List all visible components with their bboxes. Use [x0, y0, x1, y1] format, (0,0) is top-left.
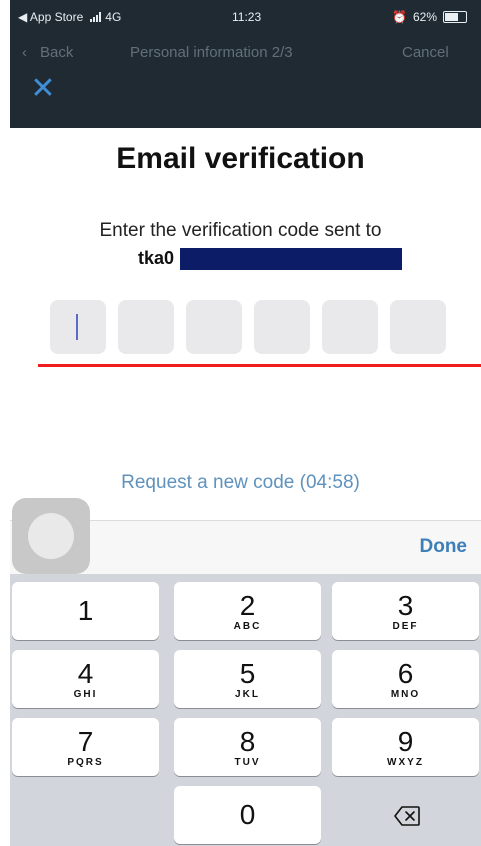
- redaction-bar: [180, 248, 402, 270]
- key-4[interactable]: 4 GHI: [12, 650, 159, 708]
- status-left: ◀ App Store 4G: [18, 10, 121, 24]
- key-6-digit: 6: [397, 658, 414, 689]
- key-1-digit: 1: [77, 595, 94, 626]
- backspace-icon: [394, 806, 420, 826]
- close-icon[interactable]: ✕: [28, 74, 58, 104]
- key-0[interactable]: 0: [174, 786, 321, 844]
- ghost-back-label: Back: [40, 44, 74, 61]
- code-digit-5[interactable]: [322, 300, 378, 354]
- key-5-digit: 5: [239, 658, 256, 689]
- key-3[interactable]: 3 DEF: [332, 582, 479, 640]
- key-9-digit: 9: [397, 726, 414, 757]
- battery-icon: [443, 11, 467, 23]
- key-5-letters: JKL: [235, 689, 260, 700]
- key-8-digit: 8: [239, 726, 256, 757]
- key-8[interactable]: 8 TUV: [174, 718, 321, 776]
- status-bar: ◀ App Store 4G 11:23 ⏰ 62%: [10, 0, 481, 40]
- key-7-letters: PQRS: [67, 757, 104, 768]
- key-7[interactable]: 7 PQRS: [12, 718, 159, 776]
- key-8-letters: TUV: [234, 757, 261, 768]
- key-1[interactable]: 1: [12, 582, 159, 640]
- ghost-navigation: ‹ Back Personal information 2/3 Cancel: [10, 44, 481, 64]
- battery-percent: 62%: [412, 10, 437, 24]
- code-digit-4[interactable]: [254, 300, 310, 354]
- key-6-letters: MNO: [390, 689, 421, 700]
- code-digit-2[interactable]: [118, 300, 174, 354]
- app-screen: ◀ App Store 4G 11:23 ⏰ 62% ‹ Back Person…: [10, 0, 481, 846]
- code-input-group: [50, 300, 446, 354]
- top-navigation: ◀ App Store 4G 11:23 ⏰ 62% ‹ Back Person…: [10, 0, 481, 128]
- back-to-app-store[interactable]: ◀ App Store: [18, 10, 83, 24]
- key-2-letters: ABC: [233, 621, 262, 632]
- key-6[interactable]: 6 MNO: [332, 650, 479, 708]
- key-2-digit: 2: [239, 590, 256, 621]
- key-0-digit: 0: [239, 799, 256, 830]
- red-annotation-line: [38, 364, 481, 367]
- request-new-code-link[interactable]: Request a new code (04:58): [10, 472, 481, 494]
- key-3-letters: DEF: [392, 621, 419, 632]
- status-time: 11:23: [232, 10, 262, 24]
- key-4-letters: GHI: [73, 689, 98, 700]
- done-button[interactable]: Done: [420, 536, 468, 558]
- numeric-keypad: 1 2 ABC 3 DEF 4 GHI 5 JKL 6 MNO 7 PQRS 8…: [10, 574, 481, 846]
- alarm-icon: ⏰: [392, 10, 407, 24]
- email-address-row: tka0: [10, 248, 481, 272]
- code-digit-3[interactable]: [186, 300, 242, 354]
- key-2[interactable]: 2 ABC: [174, 582, 321, 640]
- code-digit-6[interactable]: [390, 300, 446, 354]
- key-5[interactable]: 5 JKL: [174, 650, 321, 708]
- key-4-digit: 4: [77, 658, 94, 689]
- delete-key[interactable]: [332, 786, 479, 844]
- assistive-touch-button[interactable]: [12, 498, 90, 574]
- email-address: tka0: [138, 248, 175, 268]
- key-9[interactable]: 9 WXYZ: [332, 718, 479, 776]
- ghost-back-chevron-icon: ‹: [22, 44, 27, 61]
- network-type: 4G: [105, 10, 122, 24]
- instruction-text: Enter the verification code sent to: [99, 220, 382, 241]
- ghost-nav-title: Personal information 2/3: [130, 44, 293, 61]
- status-right: ⏰ 62%: [392, 10, 467, 24]
- page-title: Email verification: [116, 142, 365, 175]
- key-7-digit: 7: [77, 726, 94, 757]
- code-digit-1[interactable]: [50, 300, 106, 354]
- key-3-digit: 3: [397, 590, 414, 621]
- ghost-cancel-label: Cancel: [402, 44, 449, 61]
- key-9-letters: WXYZ: [387, 757, 424, 768]
- signal-icon: [90, 12, 102, 22]
